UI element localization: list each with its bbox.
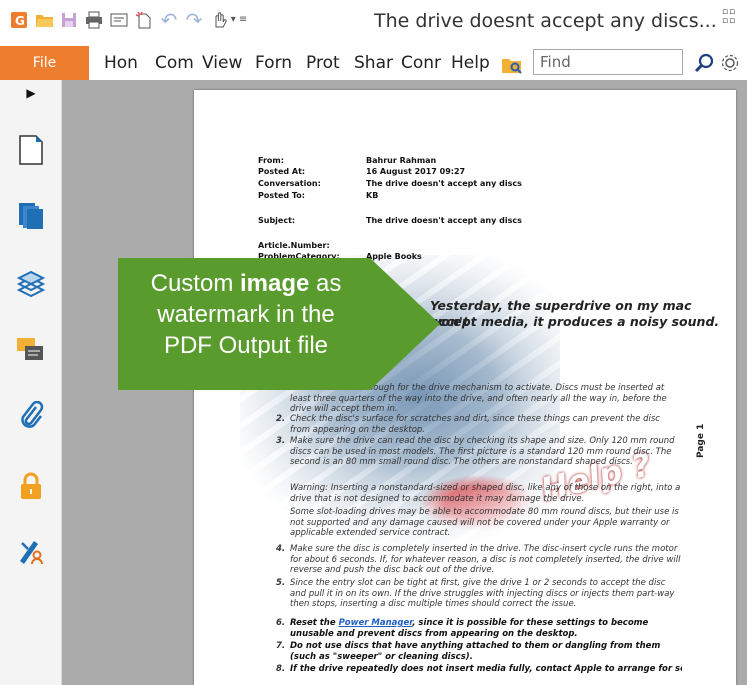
find-input[interactable]: [540, 51, 680, 73]
meta-value-posted-at: 16 August 2017 09:27: [366, 167, 466, 176]
list-number: 3.: [276, 436, 286, 446]
file-menu-button[interactable]: File: [0, 46, 89, 80]
app-logo-icon[interactable]: G: [10, 11, 28, 29]
meta-value-conversation: The drive doesn't accept any discs: [366, 179, 522, 188]
list-number: 5.: [276, 578, 286, 588]
layers-icon[interactable]: [13, 266, 49, 302]
svg-text:G: G: [15, 14, 25, 28]
lock-icon[interactable]: [13, 468, 49, 504]
window-title: The drive doesnt accept any discs...: [374, 10, 717, 32]
list-item-3: Make sure the drive can read the disc by…: [290, 436, 675, 467]
meta-value-subject: The drive doesn't accept any discs: [366, 216, 522, 225]
callout-text: Custom image as watermark in the PDF Out…: [126, 268, 366, 361]
save-icon[interactable]: [60, 11, 78, 29]
list-number: 7.: [276, 641, 286, 651]
list-number: 2.: [276, 414, 286, 424]
find-field[interactable]: [533, 49, 683, 75]
meta-label-article-number: Article.Number:: [258, 241, 330, 250]
pages-icon[interactable]: [13, 198, 49, 234]
list-number: 6.: [276, 618, 286, 628]
open-folder-icon[interactable]: [35, 11, 53, 29]
menu-protect[interactable]: Prot: [306, 52, 348, 74]
menu-view[interactable]: View: [202, 52, 247, 74]
list-item-6: Reset the Power Manager, since it is pos…: [290, 618, 682, 640]
callout-line-2: watermark in the: [157, 301, 335, 328]
list-item-4: Make sure the disc is completely inserte…: [290, 544, 681, 575]
list-item-8: If the drive repeatedly does not insert …: [290, 664, 682, 674]
restore-window-icon[interactable]: ▫▫ ▫▫: [722, 8, 738, 26]
menu-help[interactable]: Help: [451, 52, 493, 74]
article-heading-line2: accept media, it produces a noisy sound.: [430, 314, 720, 329]
page-number-label: Page 1: [696, 423, 706, 458]
page-icon[interactable]: [13, 132, 49, 168]
attachment-icon[interactable]: [13, 398, 49, 434]
callout-line-1: Custom image as: [150, 270, 342, 297]
item6-text-pre: Reset the: [290, 618, 339, 628]
print-icon[interactable]: [85, 11, 103, 29]
settings-gear-icon[interactable]: [720, 53, 740, 73]
signature-icon[interactable]: [13, 532, 49, 568]
meta-label-posted-to: Posted To:: [258, 191, 305, 200]
menu-form[interactable]: Forn: [255, 52, 300, 74]
expand-arrow-icon[interactable]: ▶: [13, 82, 49, 104]
slot-loading-note: Some slot-loading drives may be able to …: [290, 507, 679, 538]
undo-icon[interactable]: ↶: [160, 10, 178, 30]
meta-label-subject: Subject:: [258, 216, 296, 225]
list-item-5: Since the entry slot can be tight at fir…: [290, 578, 675, 609]
meta-label-from: From:: [258, 156, 284, 165]
search-icon[interactable]: [694, 52, 714, 74]
menu-share[interactable]: Shar: [354, 52, 396, 74]
properties-icon[interactable]: [110, 11, 128, 29]
list-item-2: Check the disc's surface for scratches a…: [290, 414, 660, 435]
list-number: 4.: [276, 544, 286, 554]
redo-icon[interactable]: ↷: [185, 10, 203, 30]
comments-icon[interactable]: [13, 332, 49, 368]
menu-home[interactable]: Hon: [104, 52, 144, 74]
customize-dropdown-icon[interactable]: ▾ ≡: [230, 11, 248, 29]
hand-tool-icon[interactable]: [210, 11, 228, 29]
find-folder-icon[interactable]: [501, 55, 523, 75]
new-icon[interactable]: [135, 11, 153, 29]
callout-line-3: PDF Output file: [163, 332, 329, 359]
meta-label-conversation: Conversation:: [258, 179, 321, 188]
meta-value-posted-to: KB: [366, 191, 379, 200]
list-number: 8.: [276, 664, 286, 674]
menu-connect[interactable]: Conr: [401, 52, 446, 74]
meta-value-from: Bahrur Rahman: [366, 156, 437, 165]
meta-label-posted-at: Posted At:: [258, 167, 306, 176]
power-manager-link[interactable]: Power Manager: [339, 618, 413, 628]
title-bar: G ↶ ↷ ▾ ≡ The drive doesnt accept any di…: [0, 0, 747, 46]
list-item-7: Do not use discs that have anything atta…: [290, 641, 661, 662]
menu-comment[interactable]: Com: [155, 52, 197, 74]
side-panel: ▶: [0, 80, 62, 685]
